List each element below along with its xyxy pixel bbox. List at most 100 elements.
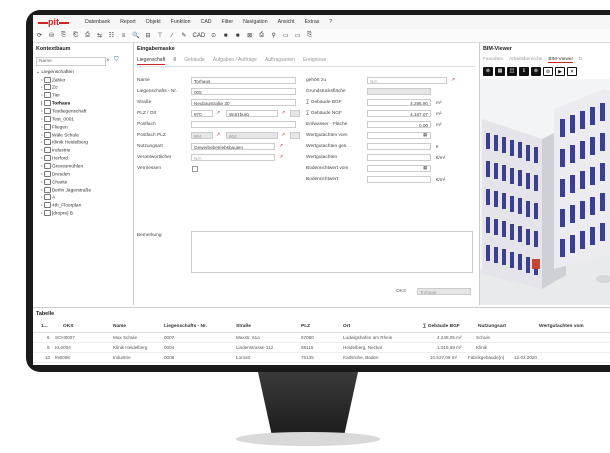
gebaeude-ngf-field[interactable]: 4.167,07 [367, 110, 431, 117]
tree-item[interactable]: › Charite [36, 178, 91, 187]
menu-cad[interactable]: CAD [201, 19, 212, 25]
edit-icon[interactable]: ✎ [180, 32, 187, 39]
window-icon[interactable]: ▭ [282, 32, 289, 39]
close-icon[interactable]: ✕ [567, 67, 577, 76]
postfach-ort-field[interactable]: 904 [226, 132, 278, 139]
tab-liegenschaft[interactable]: Liegenschaft [137, 57, 166, 65]
tree-item[interactable]: › [dropre] B [36, 210, 91, 218]
ort-field[interactable]: Würzburg [226, 110, 278, 117]
col-plz[interactable]: PLZ [301, 322, 310, 332]
tree-item[interactable]: › A [36, 194, 91, 202]
window2-icon[interactable]: ▭ [294, 32, 301, 39]
grid-icon[interactable]: ☷ [108, 32, 115, 39]
tree-item[interactable]: › Testliegenschaft [36, 108, 91, 116]
table-row[interactable]: 6 SCH0007 Max Schule 0007 Maxstr. 61a 67… [33, 333, 610, 343]
tree-item[interactable]: › Zähler [36, 76, 91, 85]
tree-item[interactable]: › Herford [36, 155, 91, 163]
tree-search-input[interactable]: Name [36, 57, 106, 66]
wertgutachten-ges-field[interactable] [367, 143, 431, 150]
col-wertgutachten-vom[interactable]: Wertgutachten vom [539, 322, 584, 332]
pin-icon[interactable]: ⚲ [270, 32, 277, 39]
postfach-plz-link-icon[interactable]: ↗ [216, 132, 220, 138]
postfach-field[interactable] [191, 121, 296, 128]
block2-icon[interactable]: ■ [234, 33, 241, 39]
tab-gebaeude[interactable]: Gebäude [184, 57, 205, 65]
copy-icon[interactable]: ⎘ [60, 32, 67, 39]
col-oks[interactable]: OKS [63, 322, 73, 332]
grundstuecksflaeche-field[interactable] [367, 88, 431, 95]
line-icon[interactable]: ∕ [168, 33, 175, 39]
tree-item[interactable]: › Tier [36, 92, 91, 100]
gehoert-zu-field[interactable]: N/A [367, 77, 447, 84]
plz-link-icon[interactable]: ↗ [216, 110, 220, 116]
postfach-ort-link-icon[interactable]: ↗ [281, 132, 285, 138]
plz-field[interactable]: 970 [191, 110, 213, 117]
bodenrichtwert-field[interactable] [367, 176, 431, 183]
erdwasser-flaeche-field[interactable]: 0,00 [367, 121, 431, 128]
menu-report[interactable]: Report [120, 19, 136, 25]
bemerkung-textarea[interactable] [191, 231, 473, 273]
block-icon[interactable]: ■ [222, 33, 229, 39]
col-index[interactable]: 1... [41, 322, 48, 332]
database-icon[interactable]: ⛁ [48, 32, 55, 39]
table-row[interactable]: 9 KL0004 Klinik Heidelberg 0004 Lindenst… [33, 343, 610, 353]
col-strasse[interactable]: Straße [236, 322, 251, 332]
cancel-box-icon[interactable]: ⊠ [246, 32, 253, 39]
wertgutachten-field[interactable] [367, 154, 431, 161]
tree-item[interactable]: › Industrie [36, 147, 91, 155]
col-gebaeude-bgf[interactable]: ∑ Gebäude BGF [423, 322, 460, 332]
table-icon[interactable]: ⊟ [144, 32, 151, 39]
menu-navigation[interactable]: Navigation [243, 19, 268, 25]
tree-item[interactable]: › Berlin Jägerstraße [36, 186, 91, 195]
tab-ereignisse[interactable]: Ereignisse [303, 57, 326, 65]
tree-item[interactable]: › Dresden [36, 170, 91, 179]
swap-icon[interactable]: ⇆ [96, 32, 103, 39]
verantwortlicher-link-icon[interactable]: ↗ [279, 154, 283, 160]
col-ort[interactable]: Ort [343, 322, 350, 332]
col-name[interactable]: Name [113, 322, 126, 332]
list-icon[interactable]: ≡ [120, 33, 127, 39]
duplicate-icon[interactable]: ⎘ [306, 32, 313, 39]
home-view-icon[interactable]: ⊛ [483, 67, 493, 76]
target-icon[interactable]: ⊙ [210, 32, 217, 39]
calendar-icon[interactable]: ▦ [423, 165, 427, 171]
calendar-icon[interactable]: ▦ [423, 132, 427, 138]
tree-item[interactable]: › Wäle Schule [36, 131, 91, 140]
clear-search-icon[interactable]: × [106, 58, 110, 64]
tree-item[interactable]: › Zo [36, 84, 91, 92]
strasse-field[interactable]: Neubaustraße 30 [191, 99, 296, 106]
menu-objekt[interactable]: Objekt [146, 19, 161, 25]
menu-funktion[interactable]: Funktion [171, 19, 191, 25]
wertgutachten-vom-field[interactable] [367, 132, 431, 139]
tab-bim-viewer[interactable]: BIM-Viewer [548, 57, 574, 63]
menu-extras[interactable]: Extras [305, 19, 320, 25]
section-icon[interactable]: ◫ [507, 67, 517, 76]
hide-icon[interactable]: ⊘ [543, 67, 553, 76]
gehoert-zu-link-icon[interactable]: ↗ [451, 77, 455, 83]
col-liegenschafts-nr[interactable]: Liegenschafts - Nr. [164, 322, 207, 332]
vermessen-checkbox[interactable] [192, 166, 198, 172]
col-nutzungsart[interactable]: Nutzungsart [478, 322, 506, 332]
tab-auftragsarten[interactable]: Auftragsarten [265, 57, 295, 65]
gebaeude-bgf-field[interactable]: 4.295,90 [367, 99, 431, 106]
tree-item[interactable]: › Grevesmühlen [36, 163, 91, 171]
menu-ansicht[interactable]: Ansicht [278, 19, 295, 25]
nutzungsart-link-icon[interactable]: ↗ [279, 143, 283, 149]
ort-link-icon[interactable]: ↗ [281, 110, 285, 116]
tree-root[interactable]: ⌄ Liegenschaften [36, 70, 91, 77]
select-icon[interactable]: ▶ [555, 67, 565, 76]
layers-icon[interactable]: ▦ [495, 67, 505, 76]
nutzungsart-field[interactable]: Gewerbebetriebsbauten [191, 143, 275, 150]
tree-item[interactable]: › Klinik Heidelberg [36, 139, 91, 147]
paste-icon[interactable]: ⎗ [72, 32, 79, 39]
tab-d[interactable]: D [579, 57, 582, 63]
tab-favoriten[interactable]: Favoriten [483, 57, 503, 63]
bim-3d-viewport[interactable] [480, 79, 610, 305]
tab-arbeitsbereiche[interactable]: Arbeitsbereiche [509, 57, 542, 63]
verantwortlicher-field[interactable]: N/A [191, 154, 275, 161]
oks-field[interactable]: Torhaus [417, 288, 471, 295]
cad-button[interactable]: CAD [192, 33, 205, 39]
tree-item-selected[interactable]: | Torhaus [36, 100, 91, 108]
postfach-plz-field[interactable]: 904 [191, 132, 213, 139]
menu-help[interactable]: ? [329, 19, 332, 25]
